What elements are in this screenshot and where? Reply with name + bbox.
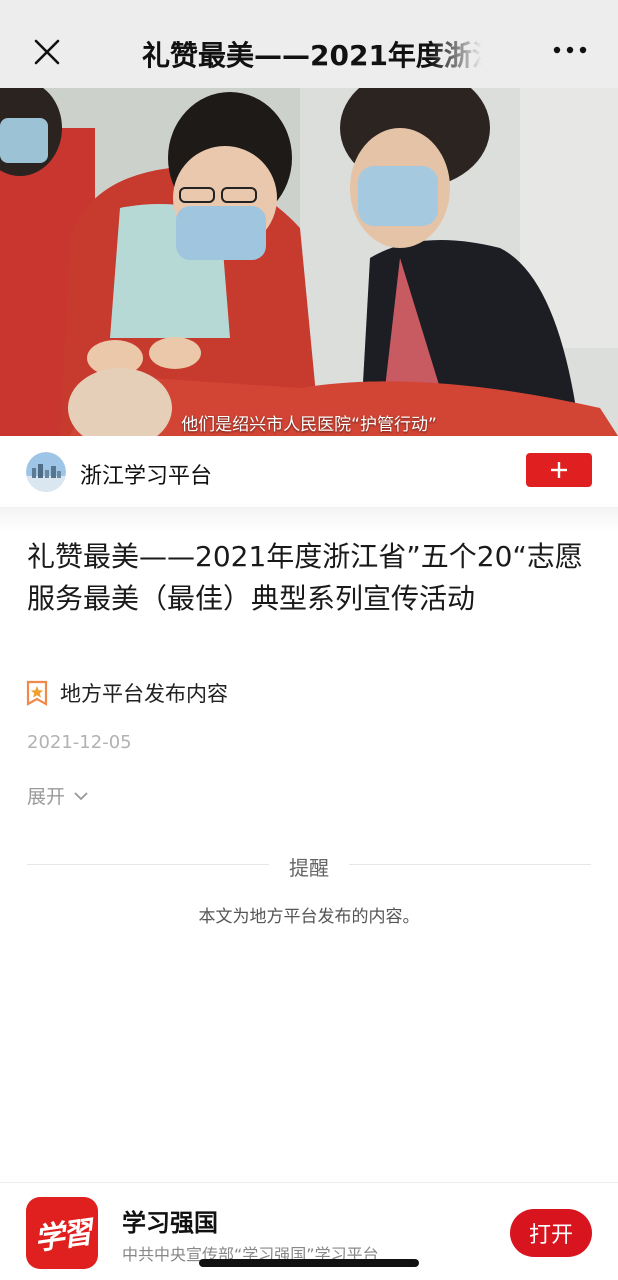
- top-nav-bar: 礼赞最美——2021年度浙江: [0, 0, 618, 88]
- open-app-button[interactable]: 打开: [510, 1209, 592, 1257]
- publish-date: 2021-12-05: [27, 732, 132, 753]
- article-title: 礼赞最美——2021年度浙江省”五个20“志愿服务最美（最佳）典型系列宣传活动: [27, 540, 583, 615]
- section-separator: [0, 508, 618, 532]
- app-logo[interactable]: 学習: [26, 1197, 98, 1269]
- chevron-down-icon: [74, 791, 88, 800]
- plus-icon: [551, 462, 567, 478]
- follow-button[interactable]: [526, 453, 592, 487]
- home-indicator: [199, 1259, 419, 1267]
- video-subtitle: 他们是绍兴市人民医院“护管行动”: [181, 415, 437, 435]
- page-title: 礼赞最美——2021年度浙江: [142, 39, 482, 72]
- notice-divider: 提醒: [27, 852, 591, 880]
- source-label: 地方平台发布内容: [60, 682, 228, 706]
- expand-button[interactable]: 展开: [27, 782, 89, 809]
- more-dots-icon[interactable]: [552, 40, 588, 60]
- account-bar: 浙江学习平台: [0, 436, 618, 508]
- star-bookmark-icon: [26, 680, 48, 706]
- account-name[interactable]: 浙江学习平台: [80, 458, 212, 490]
- hero-photo: [0, 88, 618, 436]
- city-skyline-avatar[interactable]: [26, 452, 66, 492]
- notice-heading: 提醒: [289, 856, 329, 880]
- notice-text: 本文为地方平台发布的内容。: [198, 907, 420, 927]
- app-name: 学习强国: [122, 1209, 218, 1237]
- expand-label: 展开: [27, 786, 66, 808]
- hero-image[interactable]: 他们是绍兴市人民医院“护管行动”: [0, 88, 618, 436]
- source-label-row: 地方平台发布内容: [26, 678, 228, 708]
- app-logo-text: 学習: [32, 1215, 93, 1258]
- divider-line-right: [349, 864, 591, 865]
- close-icon[interactable]: [30, 35, 64, 69]
